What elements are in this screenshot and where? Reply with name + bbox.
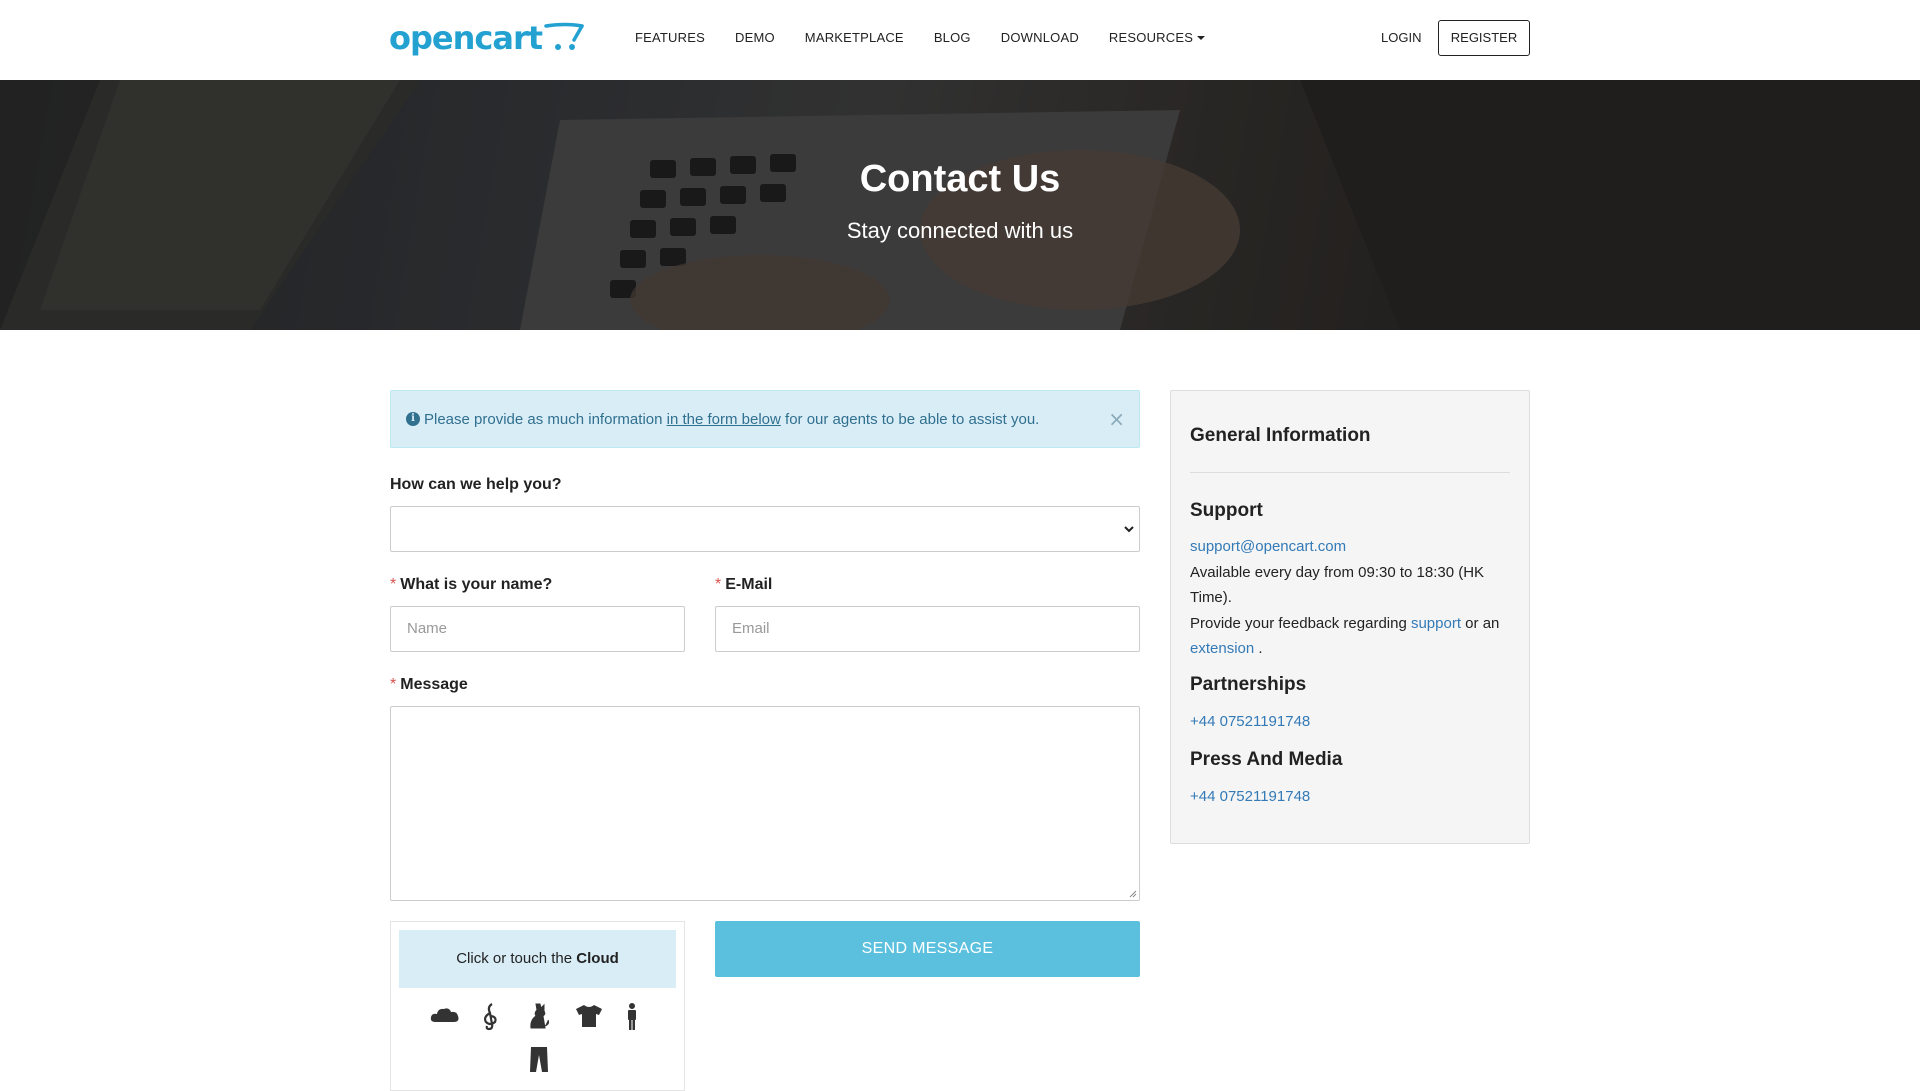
- cart-icon: [544, 22, 584, 50]
- icon-captcha: Click or touch the Cloud: [390, 921, 685, 1091]
- general-info-panel: General Information Support support@open…: [1170, 390, 1530, 844]
- page-subtitle: Stay connected with us: [846, 218, 1074, 243]
- resize-grip-icon[interactable]: [1127, 888, 1137, 898]
- page-title: Contact Us: [859, 158, 1061, 200]
- captcha-prompt-target: Cloud: [576, 950, 619, 967]
- captcha-prompt: Click or touch the Cloud: [399, 930, 676, 988]
- required-mark: *: [390, 576, 397, 593]
- tshirt-icon[interactable]: [574, 1002, 602, 1030]
- feedback-suffix: .: [1254, 640, 1263, 657]
- support-heading: Support: [1190, 500, 1263, 521]
- divider: [1190, 472, 1510, 473]
- info-icon: i: [406, 412, 420, 426]
- nav-download[interactable]: DOWNLOAD: [1001, 30, 1079, 46]
- nav-features[interactable]: FEATURES: [635, 30, 705, 46]
- press-heading: Press And Media: [1190, 749, 1343, 770]
- press-phone-line: +44 07521191748: [1190, 784, 1510, 809]
- partnerships-heading: Partnerships: [1190, 674, 1307, 695]
- login-link[interactable]: LOGIN: [1381, 30, 1421, 46]
- nav-blog[interactable]: BLOG: [934, 30, 971, 46]
- feedback-prefix: Provide your feedback regarding: [1190, 615, 1411, 632]
- alert-text-before: Please provide as much information: [424, 410, 667, 428]
- trousers-icon[interactable]: [526, 1044, 552, 1072]
- feedback-support-link[interactable]: support: [1411, 615, 1461, 632]
- general-info-title: General Information: [1190, 425, 1371, 446]
- hero-overlay: [0, 80, 1920, 330]
- message-label-text: Message: [400, 676, 468, 693]
- register-button[interactable]: REGISTER: [1438, 20, 1530, 56]
- name-label-text: What is your name?: [400, 576, 553, 593]
- support-hours: Available every day from 09:30 to 18:30 …: [1190, 564, 1485, 606]
- nav-resources-label: RESOURCES: [1108, 30, 1194, 45]
- email-label-text: E-Mail: [725, 576, 773, 593]
- hero-banner: Contact Us Stay connected with us: [0, 80, 1920, 330]
- alert-text-after: for our agents to be able to assist you.: [780, 410, 1040, 428]
- chevron-down-icon: [1124, 526, 1134, 533]
- person-icon[interactable]: [622, 1002, 648, 1030]
- required-mark: *: [715, 576, 722, 593]
- alert-form-link[interactable]: in the form below: [667, 411, 781, 428]
- press-phone-link[interactable]: +44 07521191748: [1190, 788, 1310, 805]
- support-email-line: support@opencart.com: [1190, 534, 1510, 559]
- top-navbar: opencart FEATURES DEMO MARKETPLACE BLOG …: [0, 0, 1920, 80]
- info-alert: i Please provide as much information in …: [390, 390, 1140, 448]
- name-label: * What is your name?: [390, 576, 552, 594]
- email-field[interactable]: Email: [715, 606, 1140, 652]
- cat-icon[interactable]: [526, 1002, 552, 1030]
- support-email-link[interactable]: support@opencart.com: [1190, 538, 1346, 555]
- captcha-icon-row: [421, 1002, 656, 1072]
- name-field[interactable]: Name: [390, 606, 685, 652]
- main-menu: FEATURES DEMO MARKETPLACE BLOG DOWNLOAD …: [635, 30, 1235, 46]
- required-mark: *: [390, 676, 397, 693]
- partnerships-phone-line: +44 07521191748: [1190, 709, 1510, 734]
- message-textarea[interactable]: [390, 706, 1140, 901]
- nav-marketplace[interactable]: MARKETPLACE: [805, 30, 904, 46]
- alert-text: Please provide as much information in th…: [424, 411, 1039, 428]
- feedback-mid: or an: [1461, 615, 1500, 632]
- message-label: * Message: [390, 676, 468, 694]
- nav-demo[interactable]: DEMO: [735, 30, 775, 46]
- treble-clef-icon[interactable]: [478, 1002, 504, 1031]
- caret-down-icon: [1197, 36, 1206, 40]
- email-label: * E-Mail: [715, 576, 772, 594]
- logo-text: opencart: [389, 19, 543, 57]
- close-icon[interactable]: ×: [1108, 407, 1125, 431]
- help-topic-select[interactable]: [390, 506, 1140, 552]
- feedback-text: Provide your feedback regarding support …: [1190, 611, 1510, 661]
- feedback-extension-link[interactable]: extension: [1190, 640, 1254, 657]
- captcha-prompt-prefix: Click or touch the: [456, 950, 577, 967]
- nav-resources-dropdown[interactable]: RESOURCES: [1108, 30, 1206, 46]
- opencart-logo[interactable]: opencart: [389, 18, 584, 60]
- send-message-button[interactable]: SEND MESSAGE: [715, 921, 1140, 977]
- partnerships-phone-link[interactable]: +44 07521191748: [1190, 713, 1310, 730]
- help-topic-label: How can we help you?: [390, 476, 562, 493]
- cloud-icon[interactable]: [430, 1002, 458, 1030]
